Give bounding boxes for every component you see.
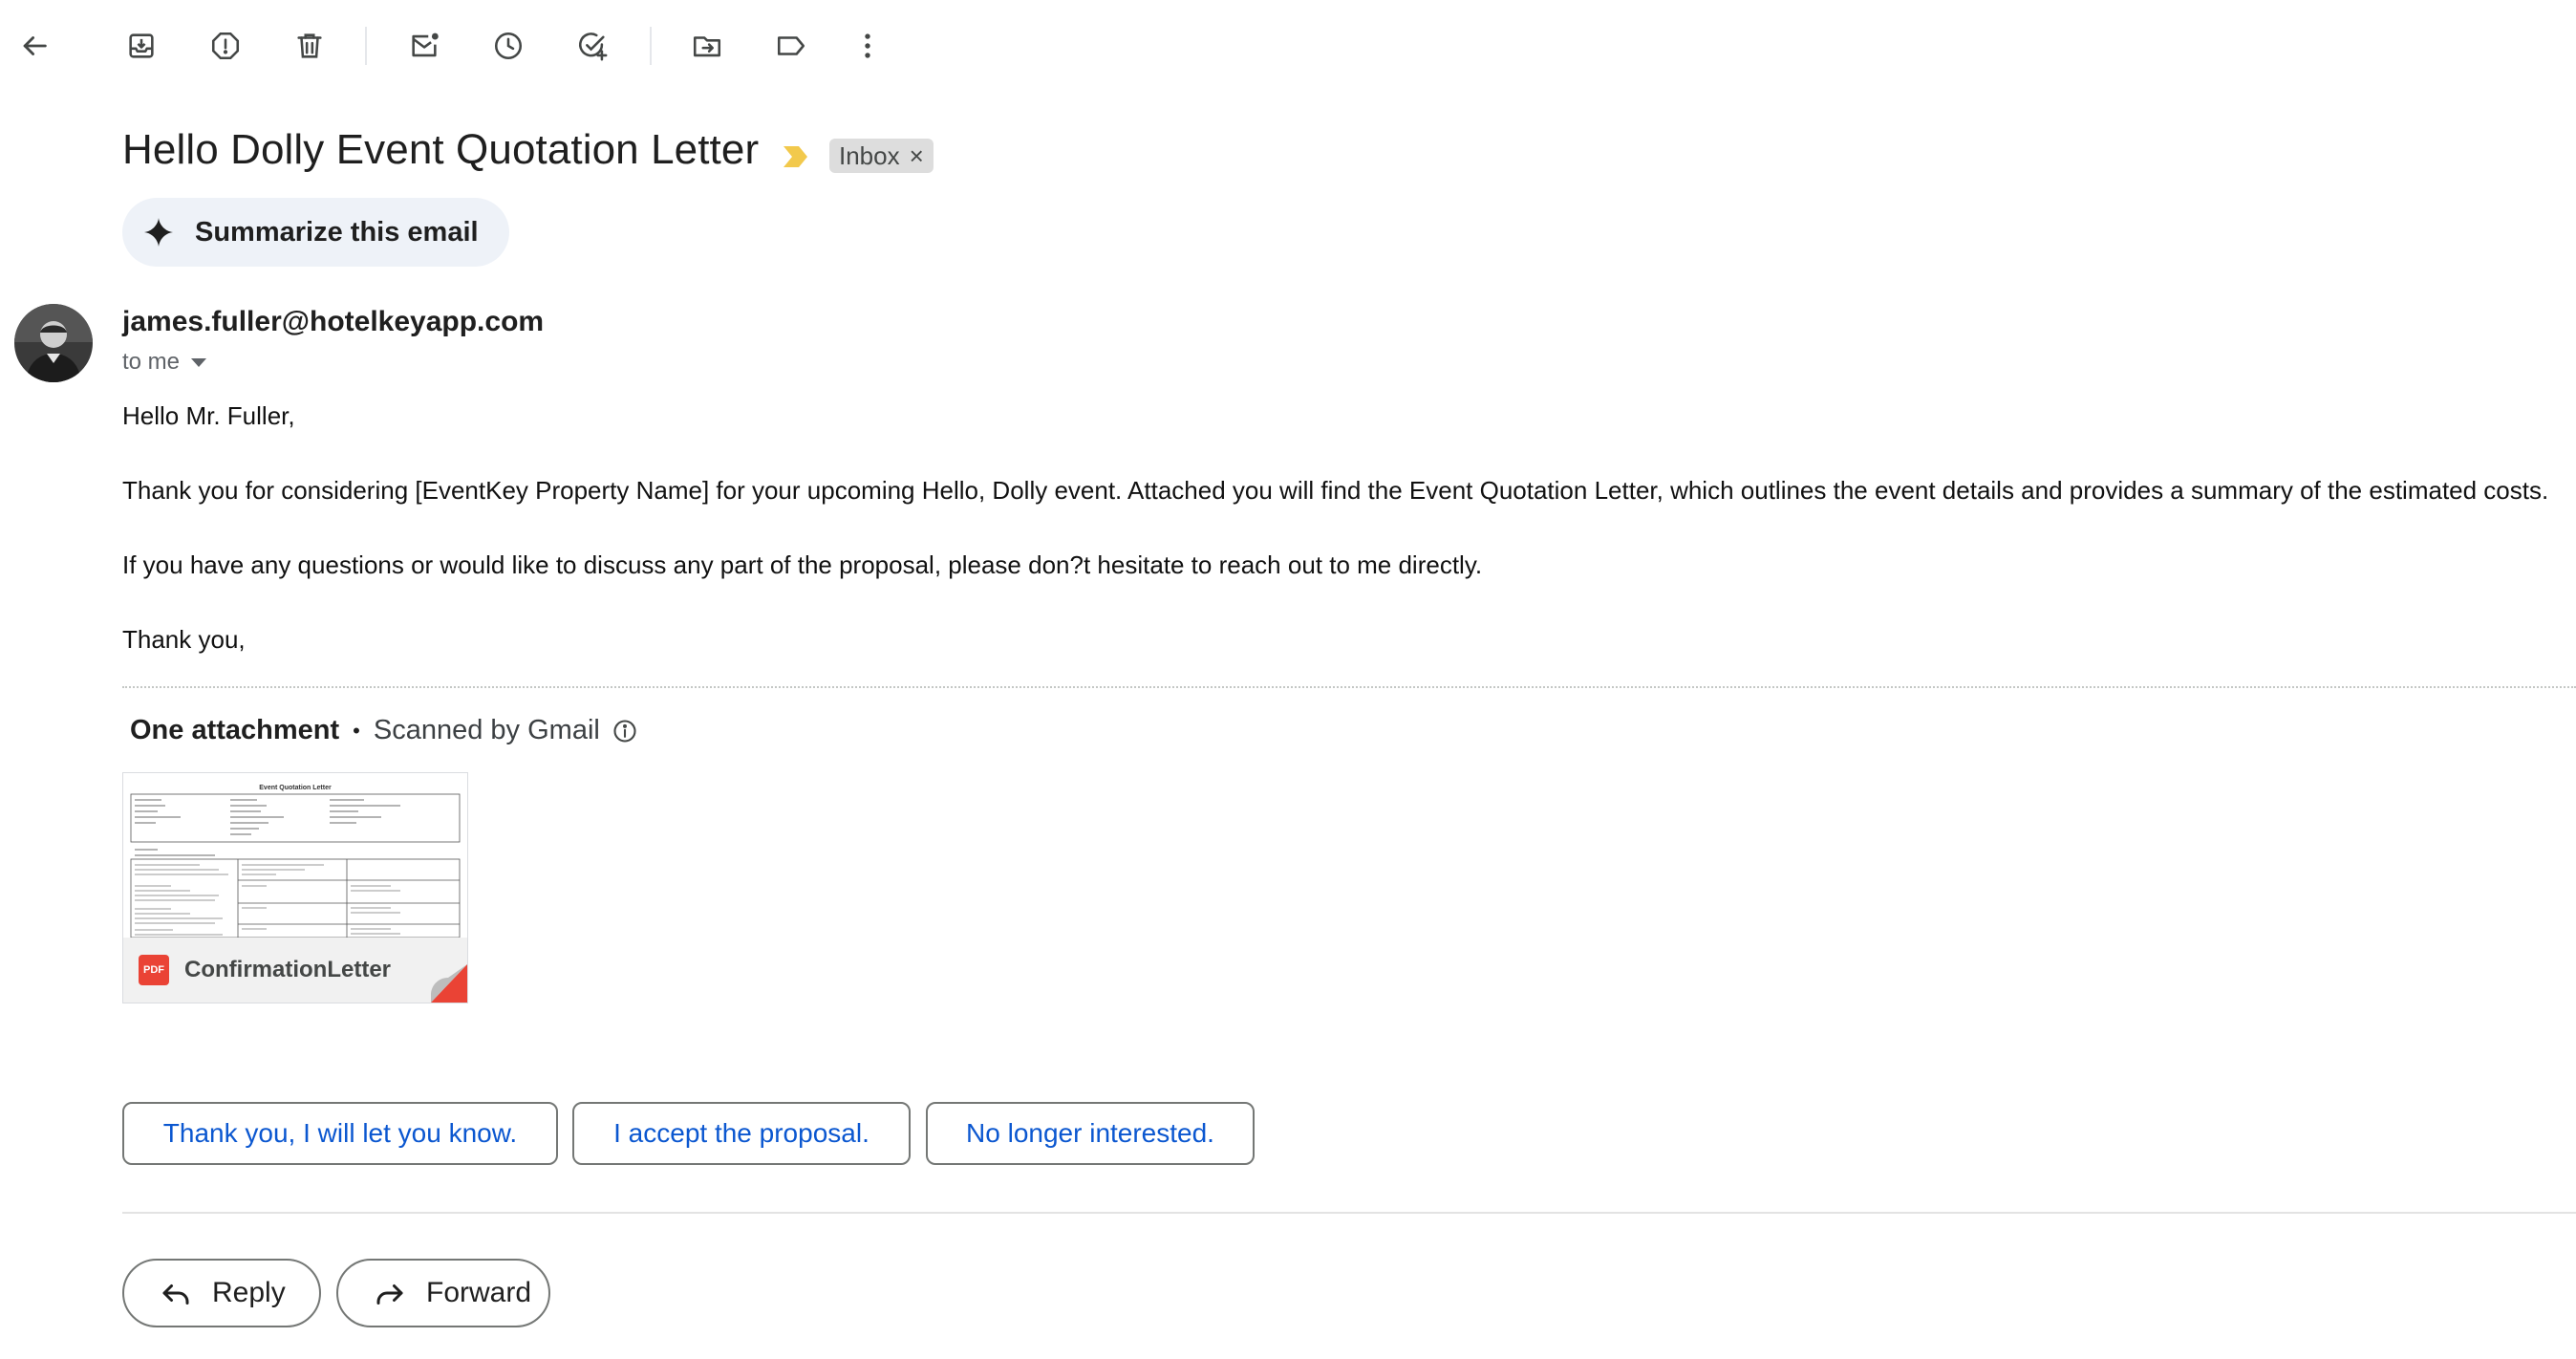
attachments-heading: One attachment • Scanned by Gmail — [130, 715, 638, 746]
toolbar-divider — [365, 27, 367, 65]
mark-unread-icon[interactable] — [401, 23, 447, 69]
reply-label: Reply — [212, 1277, 286, 1308]
forward-icon — [376, 1284, 403, 1305]
email-subject: Hello Dolly Event Quotation Letter — [122, 126, 760, 173]
recipient-line: to me — [122, 349, 181, 375]
actions-divider — [122, 1212, 2576, 1214]
email-body-paragraph: Thank you for considering [EventKey Prop… — [122, 476, 2549, 505]
attachment-count: One attachment — [130, 715, 340, 745]
email-body-paragraph: If you have any questions or would like … — [122, 550, 1483, 579]
back-arrow-icon[interactable] — [11, 23, 57, 69]
attachment-footer: PDF ConfirmationLetter — [123, 938, 467, 1003]
labels-icon[interactable] — [768, 23, 814, 69]
reply-icon — [162, 1284, 189, 1305]
sender-email[interactable]: james.fuller@hotelkeyapp.com — [122, 306, 544, 338]
importance-marker-icon[interactable] — [782, 143, 810, 170]
report-spam-icon[interactable] — [203, 23, 248, 69]
archive-icon[interactable] — [118, 23, 164, 69]
smart-reply-button[interactable]: I accept the proposal. — [572, 1102, 911, 1165]
snooze-icon[interactable] — [485, 23, 531, 69]
forward-button[interactable]: Forward — [336, 1259, 550, 1327]
scanned-by-gmail: Scanned by Gmail — [373, 715, 600, 745]
more-vert-icon[interactable] — [845, 23, 891, 69]
avatar[interactable] — [14, 304, 93, 382]
chevron-down-icon — [191, 357, 207, 367]
attachment-card[interactable]: Event Quotation Letter PDF ConfirmationL… — [122, 772, 468, 1003]
sparkle-icon — [144, 218, 173, 247]
move-to-icon[interactable] — [684, 23, 730, 69]
remove-label-button[interactable]: × — [910, 141, 924, 171]
attachment-preview: Event Quotation Letter — [123, 773, 467, 938]
reply-button[interactable]: Reply — [122, 1259, 321, 1327]
pdf-icon: PDF — [139, 955, 169, 985]
page-fold-icon — [431, 964, 467, 1003]
smart-reply-button[interactable]: Thank you, I will let you know. — [122, 1102, 558, 1165]
smart-reply-button[interactable]: No longer interested. — [926, 1102, 1255, 1165]
attachments-divider — [122, 686, 2576, 688]
email-body-greeting: Hello Mr. Fuller, — [122, 401, 295, 430]
attachment-filename: ConfirmationLetter — [184, 957, 391, 982]
recipient-details-toggle[interactable]: to me — [122, 349, 207, 376]
label-chip-text: Inbox — [839, 140, 900, 170]
inbox-label-chip: Inbox × — [829, 139, 934, 173]
preview-title: Event Quotation Letter — [259, 785, 332, 791]
forward-label: Forward — [426, 1277, 532, 1308]
delete-icon[interactable] — [287, 23, 333, 69]
toolbar-divider — [650, 27, 652, 65]
email-body-signoff: Thank you, — [122, 625, 246, 654]
summarize-label: Summarize this email — [195, 216, 479, 248]
separator-dot: • — [353, 718, 360, 743]
info-icon[interactable] — [612, 718, 638, 744]
summarize-button[interactable]: Summarize this email — [122, 198, 509, 267]
add-to-tasks-icon[interactable] — [569, 23, 615, 69]
